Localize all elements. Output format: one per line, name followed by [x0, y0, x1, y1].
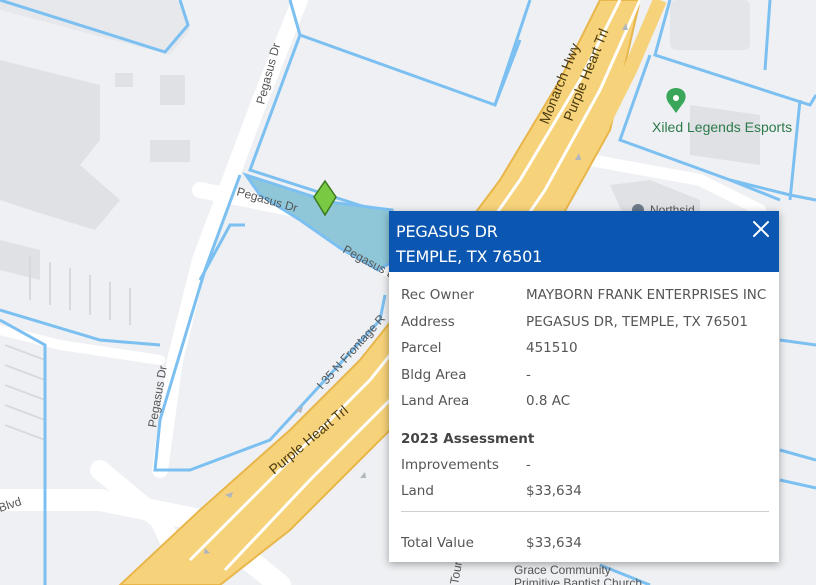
- field-value: MAYBORN FRANK ENTERPRISES INC: [526, 287, 767, 304]
- field-row-owner: Rec Owner MAYBORN FRANK ENTERPRISES INC: [401, 282, 769, 309]
- field-label: Rec Owner: [401, 287, 474, 304]
- field-row-bldg-area: Bldg Area -: [401, 362, 769, 389]
- field-label: Bldg Area: [401, 366, 467, 383]
- popup-title-street: PEGASUS DR: [396, 222, 498, 241]
- popup-body: Rec Owner MAYBORN FRANK ENTERPRISES INC …: [389, 272, 779, 556]
- field-label: Parcel: [401, 340, 442, 357]
- field-value: $33,634: [526, 483, 582, 500]
- field-row-improvements: Improvements -: [401, 452, 769, 479]
- field-label: Improvements: [401, 456, 499, 473]
- popup-title-city: TEMPLE, TX 76501: [396, 247, 543, 266]
- assessment-title: 2023 Assessment: [401, 430, 535, 447]
- field-label: Total Value: [401, 534, 474, 551]
- poi-label-grace-2: Primitive Baptist Church: [514, 576, 642, 585]
- field-row-address: Address PEGASUS DR, TEMPLE, TX 76501: [401, 309, 769, 336]
- field-value: -: [526, 456, 531, 473]
- field-value: 451510: [526, 340, 578, 357]
- field-value: 0.8 AC: [526, 393, 571, 410]
- field-row-land: Land $33,634: [401, 478, 769, 505]
- field-row-total: Total Value $33,634: [401, 530, 769, 557]
- close-icon: [753, 221, 769, 237]
- field-value: -: [526, 366, 531, 383]
- field-label: Address: [401, 313, 455, 330]
- parcel-info-popup: PEGASUS DR TEMPLE, TX 76501 Rec Owner MA…: [389, 211, 779, 562]
- field-row-parcel: Parcel 451510: [401, 335, 769, 362]
- field-value: $33,634: [526, 534, 582, 551]
- poi-label: Xiled Legends Esports: [652, 119, 792, 135]
- field-label: Land: [401, 483, 434, 500]
- divider: [401, 510, 769, 512]
- field-value: PEGASUS DR, TEMPLE, TX 76501: [526, 313, 748, 330]
- close-button[interactable]: [751, 219, 771, 239]
- poi-label-grace-1: Grace Community: [514, 563, 611, 577]
- popup-header: PEGASUS DR TEMPLE, TX 76501: [389, 211, 779, 272]
- field-row-land-area: Land Area 0.8 AC: [401, 388, 769, 415]
- field-label: Land Area: [401, 393, 470, 410]
